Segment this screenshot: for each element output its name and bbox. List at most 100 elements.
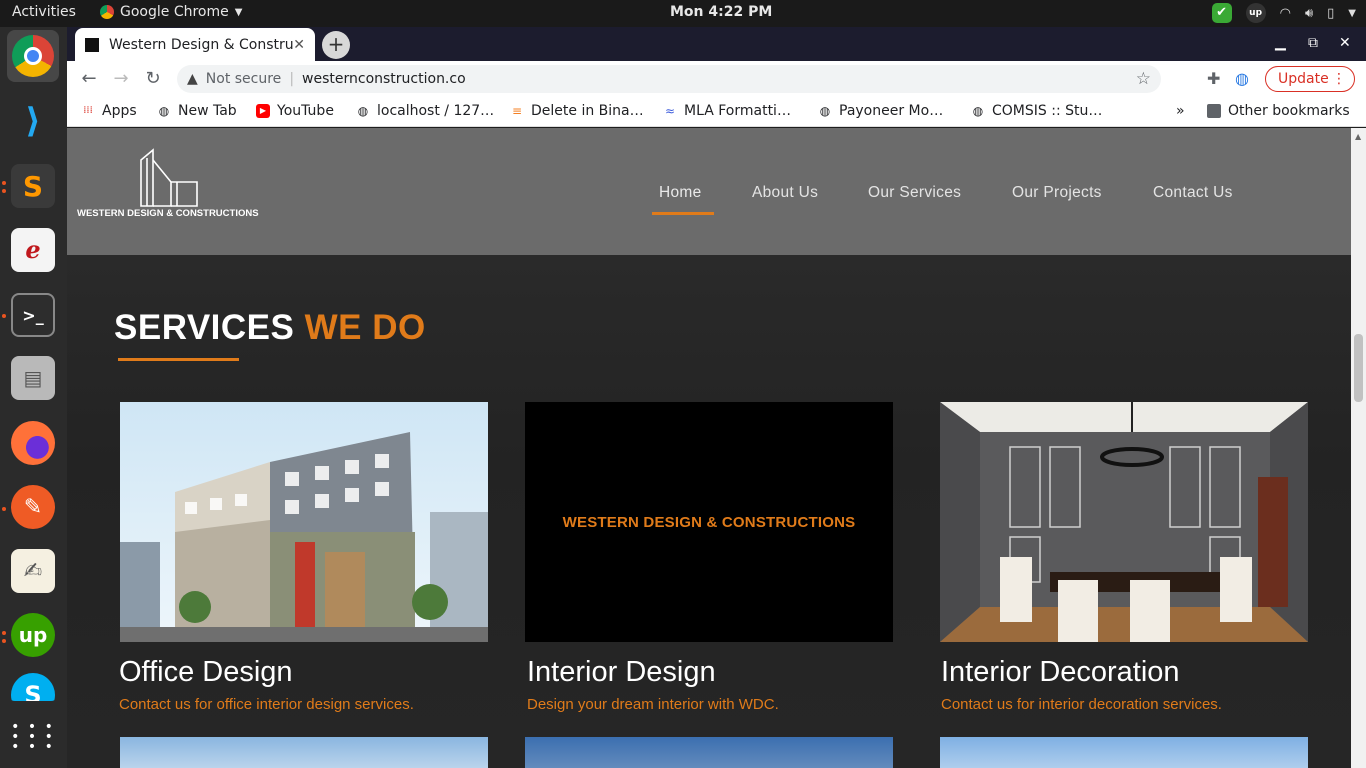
dock-sublime[interactable]: S: [7, 160, 59, 212]
bookmark-label: Delete in Bina…: [531, 103, 644, 119]
bookmark-other[interactable]: Other bookmarks: [1207, 103, 1350, 119]
bookmark-star-icon[interactable]: ☆: [1136, 69, 1151, 89]
next-row-image-2[interactable]: [525, 737, 893, 768]
stack-overflow-icon: ≡: [511, 104, 523, 118]
nav-about[interactable]: About Us: [752, 184, 818, 202]
new-tab-button[interactable]: +: [322, 31, 350, 59]
dock: ⟩ S ℯ >_ ▤ ✎ ✍ up S • • • • • • • • •: [0, 27, 67, 768]
update-button[interactable]: Update ⋮: [1265, 66, 1355, 92]
dock-postman[interactable]: ✎: [7, 481, 59, 533]
minimize-icon[interactable]: ▁: [1275, 35, 1286, 51]
scrollbar-thumb[interactable]: [1354, 334, 1363, 402]
upwork-tray-icon[interactable]: up: [1245, 3, 1266, 23]
image-brand-text: WESTERN DESIGN & CONSTRUCTIONS: [562, 513, 856, 531]
app-menu[interactable]: Google Chrome ▼: [100, 4, 242, 20]
skype-icon: S: [11, 673, 55, 701]
bookmark-new-tab[interactable]: ◍ New Tab: [157, 103, 237, 119]
dock-text-editor[interactable]: ✍: [7, 545, 59, 597]
reload-icon[interactable]: ↻: [142, 68, 164, 90]
postman-icon: ✎: [11, 485, 55, 529]
chevron-down-icon: ▼: [234, 6, 243, 18]
bookmark-delete-binary[interactable]: ≡ Delete in Bina…: [510, 103, 644, 119]
security-status[interactable]: Not secure: [206, 71, 282, 87]
window-close-icon[interactable]: ✕: [1339, 35, 1351, 51]
page-scrollbar[interactable]: ▲: [1351, 128, 1366, 768]
back-arrow-icon[interactable]: ←: [78, 68, 100, 90]
terminal-icon: >_: [11, 293, 55, 337]
card-title-office-design[interactable]: Office Design: [119, 656, 293, 689]
section-title-underline: [118, 358, 239, 361]
bookmark-youtube[interactable]: ▶ YouTube: [256, 103, 334, 119]
web-page: WESTERN DESIGN & CONSTRUCTIONS Home Abou…: [67, 128, 1351, 768]
bookmark-label: localhost / 127…: [377, 103, 495, 119]
bookmark-payoneer[interactable]: ◍ Payoneer Mo…: [818, 103, 943, 119]
chrome-small-icon: [100, 5, 114, 19]
dock-show-apps[interactable]: • • • • • • • • •: [7, 711, 59, 763]
file-manager-icon: ▤: [11, 356, 55, 400]
bookmark-label: YouTube: [277, 103, 334, 119]
wifi-icon[interactable]: ◠: [1280, 6, 1291, 21]
youtube-icon: ▶: [256, 104, 270, 118]
nav-contact[interactable]: Contact Us: [1153, 184, 1233, 202]
bookmarks-overflow-button[interactable]: »: [1176, 103, 1185, 119]
system-top-bar: Activities Google Chrome ▼ Mon 4:22 PM ✔…: [0, 0, 1366, 27]
bookmark-label: Other bookmarks: [1228, 103, 1350, 119]
tab-strip: Western Design & Constructions ✕ + ▁ ⧉ ✕: [67, 27, 1366, 61]
sublime-text-icon: S: [11, 164, 55, 208]
globe-icon: ◍: [972, 104, 984, 118]
system-tray[interactable]: ✔ up ◠ 🔊︎ ▯ ▼: [1211, 3, 1356, 23]
dock-upwork[interactable]: up: [7, 609, 59, 661]
feather-icon: ≈: [664, 104, 676, 118]
dock-skype[interactable]: S: [7, 673, 59, 701]
volume-icon[interactable]: 🔊︎: [1305, 6, 1313, 21]
bookmark-comsis[interactable]: ◍ COMSIS :: Stu…: [971, 103, 1103, 119]
site-favicon-icon: [85, 37, 99, 52]
next-row-image-3[interactable]: [940, 737, 1308, 768]
upwork-icon: up: [11, 613, 55, 657]
dock-chrome[interactable]: [7, 30, 59, 82]
bookmark-label: Apps: [102, 103, 137, 119]
maximize-icon[interactable]: ⧉: [1308, 35, 1318, 51]
card-title-interior-design[interactable]: Interior Design: [527, 656, 716, 689]
tab-western-design[interactable]: Western Design & Constructions ✕: [75, 28, 315, 61]
nav-active-indicator: [652, 212, 714, 215]
chevron-down-icon[interactable]: ▼: [1348, 8, 1356, 19]
interior-design-image[interactable]: WESTERN DESIGN & CONSTRUCTIONS: [525, 402, 893, 642]
dock-pdf-reader[interactable]: ℯ: [7, 224, 59, 276]
office-design-image[interactable]: [120, 402, 488, 642]
dock-firefox[interactable]: [7, 417, 59, 469]
firefox-icon: [11, 421, 55, 465]
dock-vscode[interactable]: ⟩: [7, 95, 59, 147]
scroll-up-arrow-icon[interactable]: ▲: [1355, 132, 1361, 141]
dock-files[interactable]: ▤: [7, 352, 59, 404]
bookmark-mla[interactable]: ≈ MLA Formatti…: [663, 103, 791, 119]
warning-triangle-icon[interactable]: ▲: [187, 71, 198, 87]
dock-terminal[interactable]: >_: [7, 289, 59, 341]
nav-home[interactable]: Home: [659, 184, 702, 202]
overflow-label: »: [1176, 103, 1185, 119]
logo-text: WESTERN DESIGN & CONSTRUCTIONS: [77, 208, 259, 219]
battery-icon[interactable]: ▯: [1327, 6, 1334, 21]
activities-button[interactable]: Activities: [12, 4, 76, 20]
card-title-interior-decoration[interactable]: Interior Decoration: [941, 656, 1180, 689]
building-logo-icon: [140, 148, 198, 207]
bookmarks-bar: ⁞⁞⁞ Apps ◍ New Tab ▶ YouTube ◍ localhost…: [67, 97, 1366, 127]
profile-avatar-icon[interactable]: ◍: [1235, 69, 1249, 88]
interior-decoration-image[interactable]: [940, 402, 1308, 642]
dining-room-illustration: [940, 402, 1308, 642]
bookmark-localhost[interactable]: ◍ localhost / 127…: [356, 103, 494, 119]
forward-arrow-icon[interactable]: →: [110, 68, 132, 90]
extensions-puzzle-icon[interactable]: ✚: [1207, 69, 1220, 88]
nav-projects[interactable]: Our Projects: [1012, 184, 1102, 202]
nav-services[interactable]: Our Services: [868, 184, 961, 202]
folder-icon: [1207, 104, 1221, 118]
checkmark-icon[interactable]: ✔: [1211, 3, 1232, 23]
clock[interactable]: Mon 4:22 PM: [670, 4, 772, 20]
section-title-accent: WE DO: [304, 308, 426, 347]
address-bar[interactable]: ▲ Not secure | westernconstruction.co ☆: [177, 65, 1161, 93]
bookmark-apps[interactable]: ⁞⁞⁞ Apps: [81, 103, 137, 119]
next-row-image-1[interactable]: [120, 737, 488, 768]
bookmark-label: New Tab: [178, 103, 237, 119]
close-icon[interactable]: ✕: [293, 37, 305, 53]
url-text[interactable]: westernconstruction.co: [302, 71, 466, 87]
